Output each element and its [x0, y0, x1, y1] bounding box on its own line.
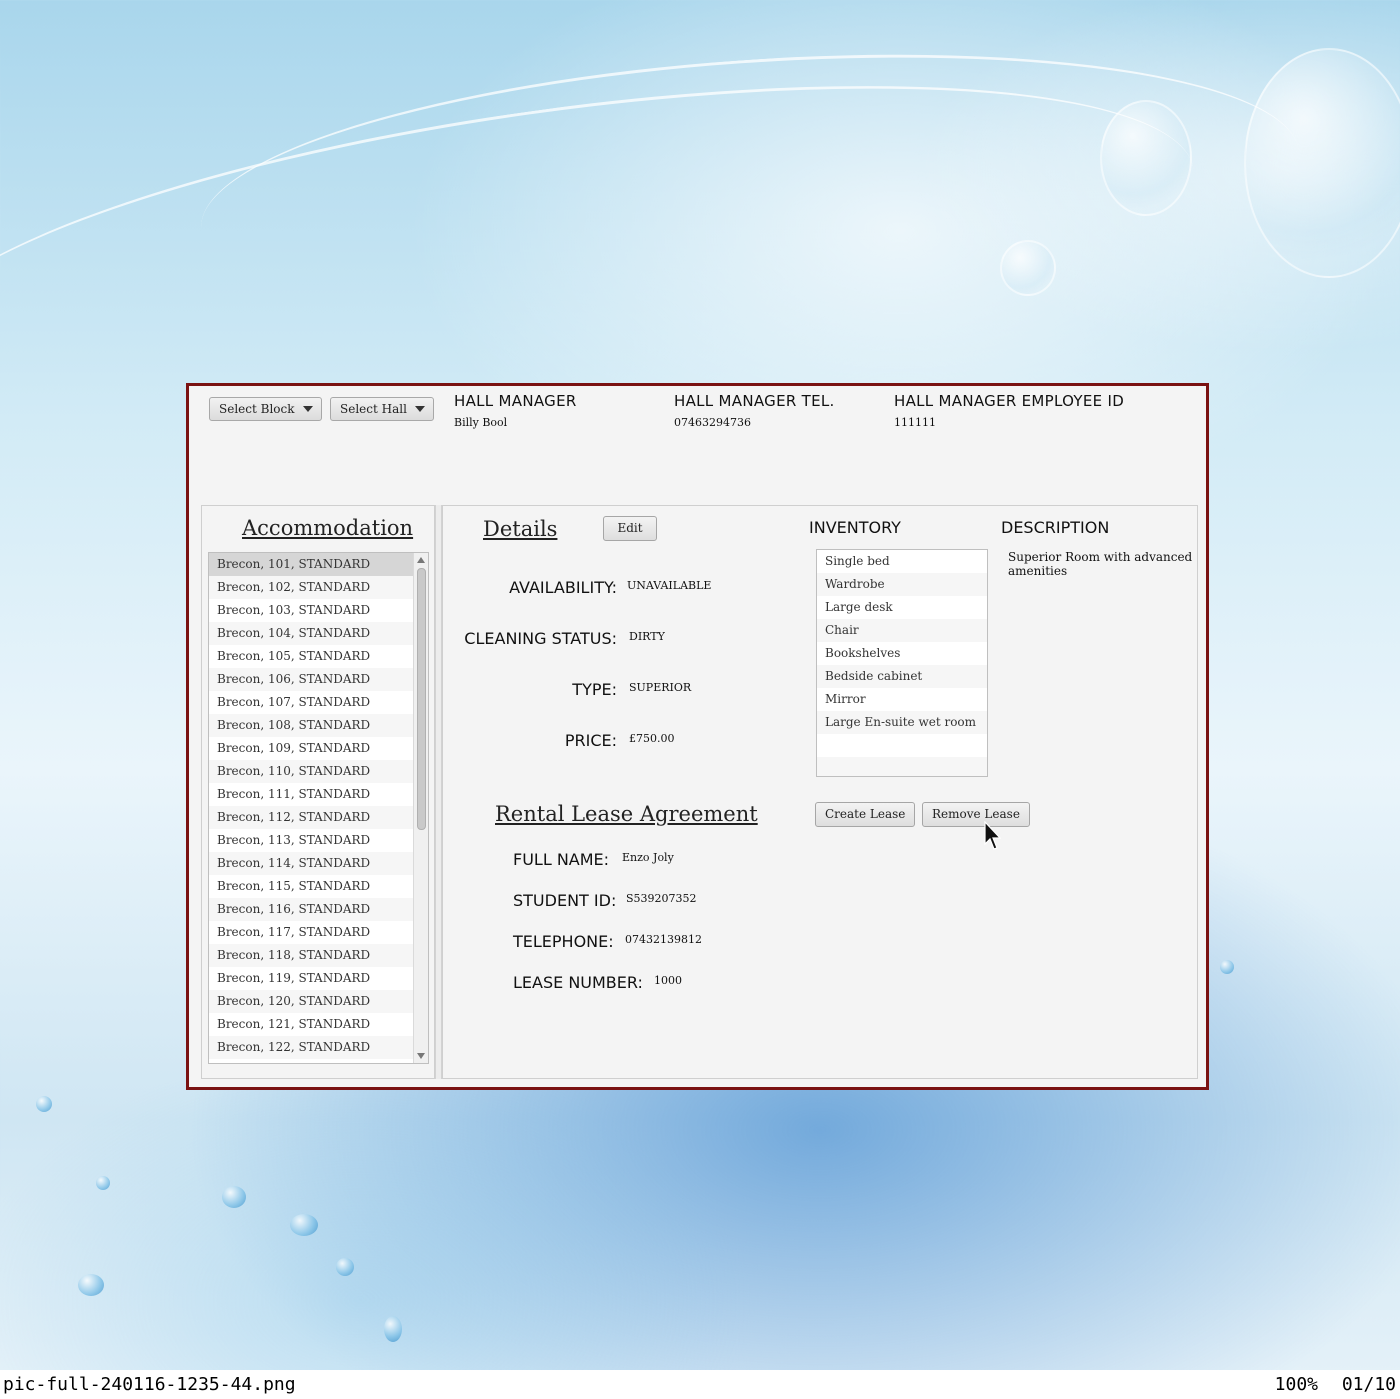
accommodation-list-item[interactable]: Brecon, 118, STANDARD [209, 944, 413, 967]
water-drop [36, 1096, 52, 1112]
accommodation-list-item[interactable]: Brecon, 103, STANDARD [209, 599, 413, 622]
water-drop [222, 1186, 246, 1208]
inventory-list-item[interactable]: Single bed [817, 550, 987, 573]
scroll-down-icon[interactable] [417, 1053, 425, 1059]
accommodation-list[interactable]: Brecon, 101, STANDARD Brecon, 102, STANDA… [208, 552, 429, 1064]
inventory-list-item[interactable]: Large En-suite wet room [817, 711, 987, 734]
accommodation-list-item[interactable]: Brecon, 101, STANDARD [209, 553, 413, 576]
cleaning-status-value: DIRTY [629, 630, 665, 643]
cleaning-status-label: CLEANING STATUS: [464, 629, 617, 648]
inventory-list-item[interactable]: Large desk [817, 596, 987, 619]
accommodation-list-item[interactable]: Brecon, 109, STANDARD [209, 737, 413, 760]
accommodation-list-item[interactable]: Brecon, 102, STANDARD [209, 576, 413, 599]
edit-button[interactable]: Edit [603, 516, 657, 541]
mouse-cursor-icon [984, 821, 1002, 850]
inventory-list-item[interactable]: Wardrobe [817, 573, 987, 596]
hall-manager-id-value: 111111 [894, 416, 936, 429]
water-drop [78, 1274, 104, 1296]
inventory-list-item[interactable]: Mirror [817, 688, 987, 711]
hall-manager-value: Billy Bool [454, 416, 508, 429]
accommodation-list-item[interactable]: Brecon, 119, STANDARD [209, 967, 413, 990]
scroll-up-icon[interactable] [417, 557, 425, 563]
accommodation-scrollbar[interactable] [413, 553, 428, 1063]
student-id-label: STUDENT ID: [513, 891, 617, 910]
select-block-dropdown[interactable]: Select Block [209, 397, 322, 421]
type-label: TYPE: [572, 680, 617, 699]
create-lease-button[interactable]: Create Lease [815, 802, 916, 827]
type-value: SUPERIOR [629, 681, 692, 694]
select-hall-label: Select Hall [340, 402, 407, 416]
inventory-empty-row[interactable] [817, 757, 987, 776]
accommodation-list-item[interactable]: Brecon, 113, STANDARD [209, 829, 413, 852]
availability-value: UNAVAILABLE [627, 579, 712, 592]
inventory-list[interactable]: Single bed Wardrobe Large desk Chair Bookshe… [816, 549, 988, 777]
accommodation-list-item[interactable]: Brecon, 110, STANDARD [209, 760, 413, 783]
hall-manager-tel-label: HALL MANAGER TEL. [674, 392, 835, 410]
description-title: DESCRIPTION [1001, 518, 1110, 537]
full-name-label: FULL NAME: [513, 850, 610, 869]
lease-title: Rental Lease Agreement [495, 802, 758, 826]
status-filename: pic-full-240116-1235-44.png [3, 1374, 296, 1395]
viewer-status-bar: pic-full-240116-1235-44.png 100% 01/10 [0, 1370, 1400, 1399]
telephone-value: 07432139812 [625, 933, 702, 946]
water-drop [1220, 960, 1234, 974]
water-drop [96, 1176, 110, 1190]
remove-lease-button[interactable]: Remove Lease [922, 802, 1030, 827]
telephone-label: TELEPHONE: [513, 932, 614, 951]
full-name-value: Enzo Joly [622, 851, 674, 864]
status-zoom: 100% [1274, 1374, 1318, 1395]
lease-number-value: 1000 [654, 974, 682, 987]
accommodation-panel: Accommodation Brecon, 101, STANDARD Breco… [201, 505, 435, 1079]
accommodation-list-item[interactable]: Brecon, 104, STANDARD [209, 622, 413, 645]
description-text: Superior Room with advanced amenities [1008, 550, 1193, 578]
accommodation-list-item[interactable]: Brecon, 106, STANDARD [209, 668, 413, 691]
chevron-down-icon [414, 406, 425, 412]
accommodation-list-item[interactable]: Brecon, 111, STANDARD [209, 783, 413, 806]
price-value: £750.00 [629, 732, 675, 745]
split-pane-divider[interactable] [435, 505, 442, 1079]
select-hall-dropdown[interactable]: Select Hall [330, 397, 434, 421]
availability-label: AVAILABILITY: [509, 578, 617, 597]
accommodation-list-item[interactable]: Brecon, 120, STANDARD [209, 990, 413, 1013]
lease-number-label: LEASE NUMBER: [513, 973, 643, 992]
hall-manager-tel-value: 07463294736 [674, 416, 751, 429]
accommodation-list-item[interactable]: Brecon, 122, STANDARD [209, 1036, 413, 1059]
accommodation-title: Accommodation [242, 516, 414, 540]
status-page: 01/10 [1341, 1374, 1396, 1395]
accommodation-list-item[interactable]: Brecon, 108, STANDARD [209, 714, 413, 737]
accommodation-list-item[interactable]: Brecon, 112, STANDARD [209, 806, 413, 829]
select-block-label: Select Block [219, 402, 295, 416]
price-label: PRICE: [564, 731, 617, 750]
accommodation-list-item[interactable]: Brecon, 114, STANDARD [209, 852, 413, 875]
chevron-down-icon [302, 406, 313, 412]
inventory-list-item[interactable]: Chair [817, 619, 987, 642]
accommodation-list-item[interactable]: Brecon, 116, STANDARD [209, 898, 413, 921]
accommodation-list-item[interactable]: Brecon, 121, STANDARD [209, 1013, 413, 1036]
water-drop [336, 1258, 354, 1276]
hall-manager-id-label: HALL MANAGER EMPLOYEE ID [894, 392, 1125, 410]
water-drop [290, 1214, 318, 1236]
inventory-title: INVENTORY [809, 518, 901, 537]
inventory-list-item[interactable]: Bookshelves [817, 642, 987, 665]
details-title: Details [483, 517, 558, 541]
accommodation-list-item[interactable]: Brecon, 117, STANDARD [209, 921, 413, 944]
student-id-value: S539207352 [626, 892, 697, 905]
water-drop [384, 1316, 402, 1342]
accommodation-list-item[interactable]: Brecon, 107, STANDARD [209, 691, 413, 714]
app-window: Select Block Select Hall HALL MANAGER Bi… [186, 383, 1209, 1090]
accommodation-list-item[interactable]: Brecon, 115, STANDARD [209, 875, 413, 898]
hall-manager-label: HALL MANAGER [454, 392, 577, 410]
accommodation-list-item[interactable]: Brecon, 105, STANDARD [209, 645, 413, 668]
inventory-list-item[interactable]: Bedside cabinet [817, 665, 987, 688]
scroll-thumb[interactable] [417, 568, 426, 830]
inventory-empty-row[interactable] [817, 734, 987, 757]
